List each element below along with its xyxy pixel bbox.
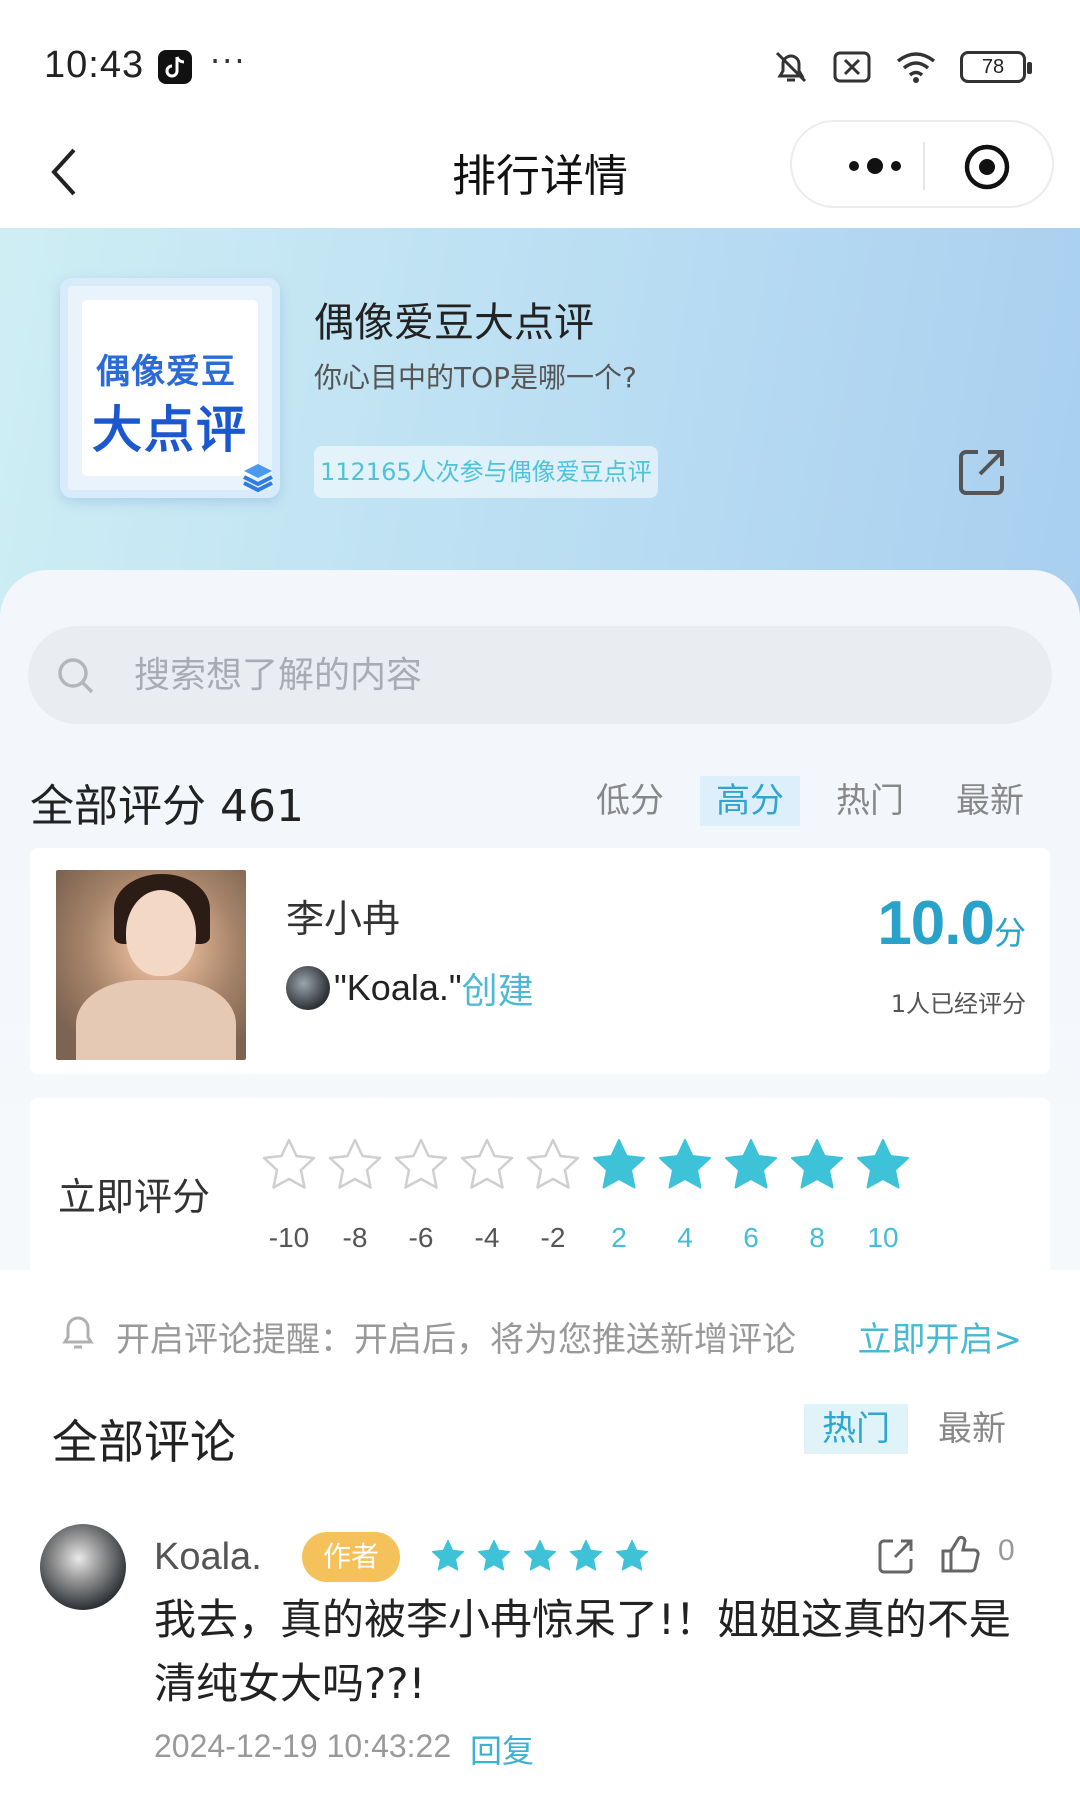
star-value-label: -8 <box>342 1222 368 1253</box>
rating-star-values: -10 -8 -6 -4 -2 2 4 6 8 10 <box>260 1222 912 1254</box>
star-filled-icon <box>569 1539 603 1571</box>
mute-icon <box>775 51 807 83</box>
search-bar <box>28 626 1052 724</box>
ranking-title: 偶像爱豆大点评 <box>314 300 594 346</box>
rating-stars <box>260 1136 912 1194</box>
commenter-name[interactable]: Koala. <box>154 1536 262 1579</box>
star-outline-icon[interactable] <box>260 1136 318 1194</box>
nav-bar: 排行详情 <box>0 120 1080 230</box>
bell-icon <box>62 1316 94 1349</box>
star-value-label: 6 <box>743 1222 759 1253</box>
star-filled-icon[interactable] <box>722 1136 780 1194</box>
mini-program-capsule <box>790 120 1054 208</box>
share-icon[interactable] <box>876 1536 916 1576</box>
star-value-label: -2 <box>540 1222 566 1253</box>
star-filled-icon[interactable] <box>656 1136 714 1194</box>
reminder-text: 开启评论提醒：开启后，将为您推送新增评论 <box>116 1320 796 1360</box>
capsule-divider <box>923 142 925 190</box>
item-score: 10.0分 <box>877 888 1026 959</box>
stack-icon <box>243 464 273 493</box>
creator-row: "Koala." 创建 <box>286 962 534 1014</box>
ranking-item-card[interactable]: 李小冉 "Koala." 创建 10.0分 1人已经评分 <box>30 848 1050 1074</box>
tab-popular[interactable]: 热门 <box>820 776 920 826</box>
search-input[interactable] <box>134 626 934 724</box>
comment-rating-stars <box>430 1538 650 1574</box>
battery-icon: 78 <box>960 51 1032 83</box>
status-time: 10:43 <box>44 44 145 86</box>
ranking-banner: 偶像爱豆 大点评 偶像爱豆大点评 你心目中的TOP是哪一个? 112165人次参… <box>0 228 1080 628</box>
creator-action: 创建 <box>461 971 534 1012</box>
tab-latest[interactable]: 最新 <box>940 776 1040 826</box>
participants-badge: 112165人次参与偶像爱豆点评 <box>314 446 658 498</box>
enable-reminder-link[interactable]: 立即开启> <box>858 1312 1023 1361</box>
thumbs-up-icon[interactable] <box>938 1532 982 1576</box>
star-value-label: -10 <box>268 1222 310 1253</box>
star-filled-icon <box>615 1539 649 1571</box>
search-icon <box>58 658 94 694</box>
ranking-cover: 偶像爱豆 大点评 <box>60 278 280 498</box>
wifi-icon <box>896 52 936 83</box>
comment-text: 我去，真的被李小冉惊呆了!！姐姐这真的不是清纯女大吗??! <box>154 1595 1011 1708</box>
star-filled-icon <box>477 1539 511 1571</box>
star-filled-icon <box>431 1539 465 1571</box>
reply-link[interactable]: 回复 <box>470 1726 534 1772</box>
star-filled-icon[interactable] <box>590 1136 648 1194</box>
comment-tab-latest[interactable]: 最新 <box>920 1404 1024 1454</box>
tiktok-icon <box>158 50 192 84</box>
comments-title: 全部评论 <box>52 1415 236 1469</box>
sim-icon <box>833 51 871 83</box>
creator-name: "Koala." <box>334 967 462 1008</box>
comment-timestamp: 2024-12-19 10:43:22 <box>154 1728 452 1764</box>
item-photo <box>56 870 246 1060</box>
rated-count: 1人已经评分 <box>890 990 1026 1018</box>
star-value-label: -4 <box>474 1222 500 1253</box>
star-outline-icon[interactable] <box>326 1136 384 1194</box>
author-badge: 作者 <box>302 1532 400 1582</box>
commenter-avatar[interactable] <box>40 1524 126 1610</box>
like-count: 0 <box>998 1534 1015 1567</box>
star-filled-icon[interactable] <box>788 1136 846 1194</box>
ranking-subtitle: 你心目中的TOP是哪一个? <box>314 361 637 394</box>
comment-reminder-row: 开启评论提醒：开启后，将为您推送新增评论 立即开启> <box>0 1300 1080 1370</box>
rating-sort-tabs: 低分 高分 热门 最新 <box>580 776 1040 826</box>
star-value-label: 2 <box>611 1222 627 1253</box>
status-bar: 10:43 ··· 78 <box>0 0 1080 120</box>
star-outline-icon[interactable] <box>392 1136 450 1194</box>
rate-now-label: 立即评分 <box>58 1175 211 1219</box>
cover-title-line1: 偶像爱豆 <box>96 352 236 392</box>
star-outline-icon[interactable] <box>524 1136 582 1194</box>
target-icon[interactable] <box>962 142 1012 192</box>
star-value-label: 10 <box>867 1222 899 1253</box>
star-value-label: 8 <box>809 1222 825 1253</box>
comment-sort-tabs: 热门 最新 <box>804 1404 1024 1454</box>
share-icon[interactable] <box>956 446 1008 498</box>
comment-item: Koala. 作者 0 我去，真的被李小冉惊呆了!！姐姐这真的不是清纯女大吗??… <box>0 1520 1080 1790</box>
star-value-label: -6 <box>408 1222 434 1253</box>
all-ratings-header: 全部评分 461 <box>30 781 304 832</box>
item-name: 李小冉 <box>286 897 401 941</box>
main-panel: 全部评分 461 低分 高分 热门 最新 李小冉 "Koala." 创建 10.… <box>0 570 1080 1278</box>
system-icons: 78 <box>772 48 1032 86</box>
status-more: ··· <box>210 42 247 80</box>
score-value: 10.0 <box>877 889 995 958</box>
star-filled-icon[interactable] <box>854 1136 912 1194</box>
more-icon[interactable] <box>830 146 920 186</box>
star-outline-icon[interactable] <box>458 1136 516 1194</box>
star-value-label: 4 <box>677 1222 693 1253</box>
rate-now-card: 立即评分 -10 -8 -6 -4 -2 2 4 6 8 10 <box>30 1098 1050 1278</box>
tab-high-score[interactable]: 高分 <box>700 776 800 826</box>
star-filled-icon <box>523 1539 557 1571</box>
tab-low-score[interactable]: 低分 <box>580 776 680 826</box>
creator-avatar <box>286 966 330 1010</box>
score-unit: 分 <box>993 914 1026 952</box>
cover-title-line2: 大点评 <box>92 401 248 459</box>
comment-tab-popular[interactable]: 热门 <box>804 1404 908 1454</box>
